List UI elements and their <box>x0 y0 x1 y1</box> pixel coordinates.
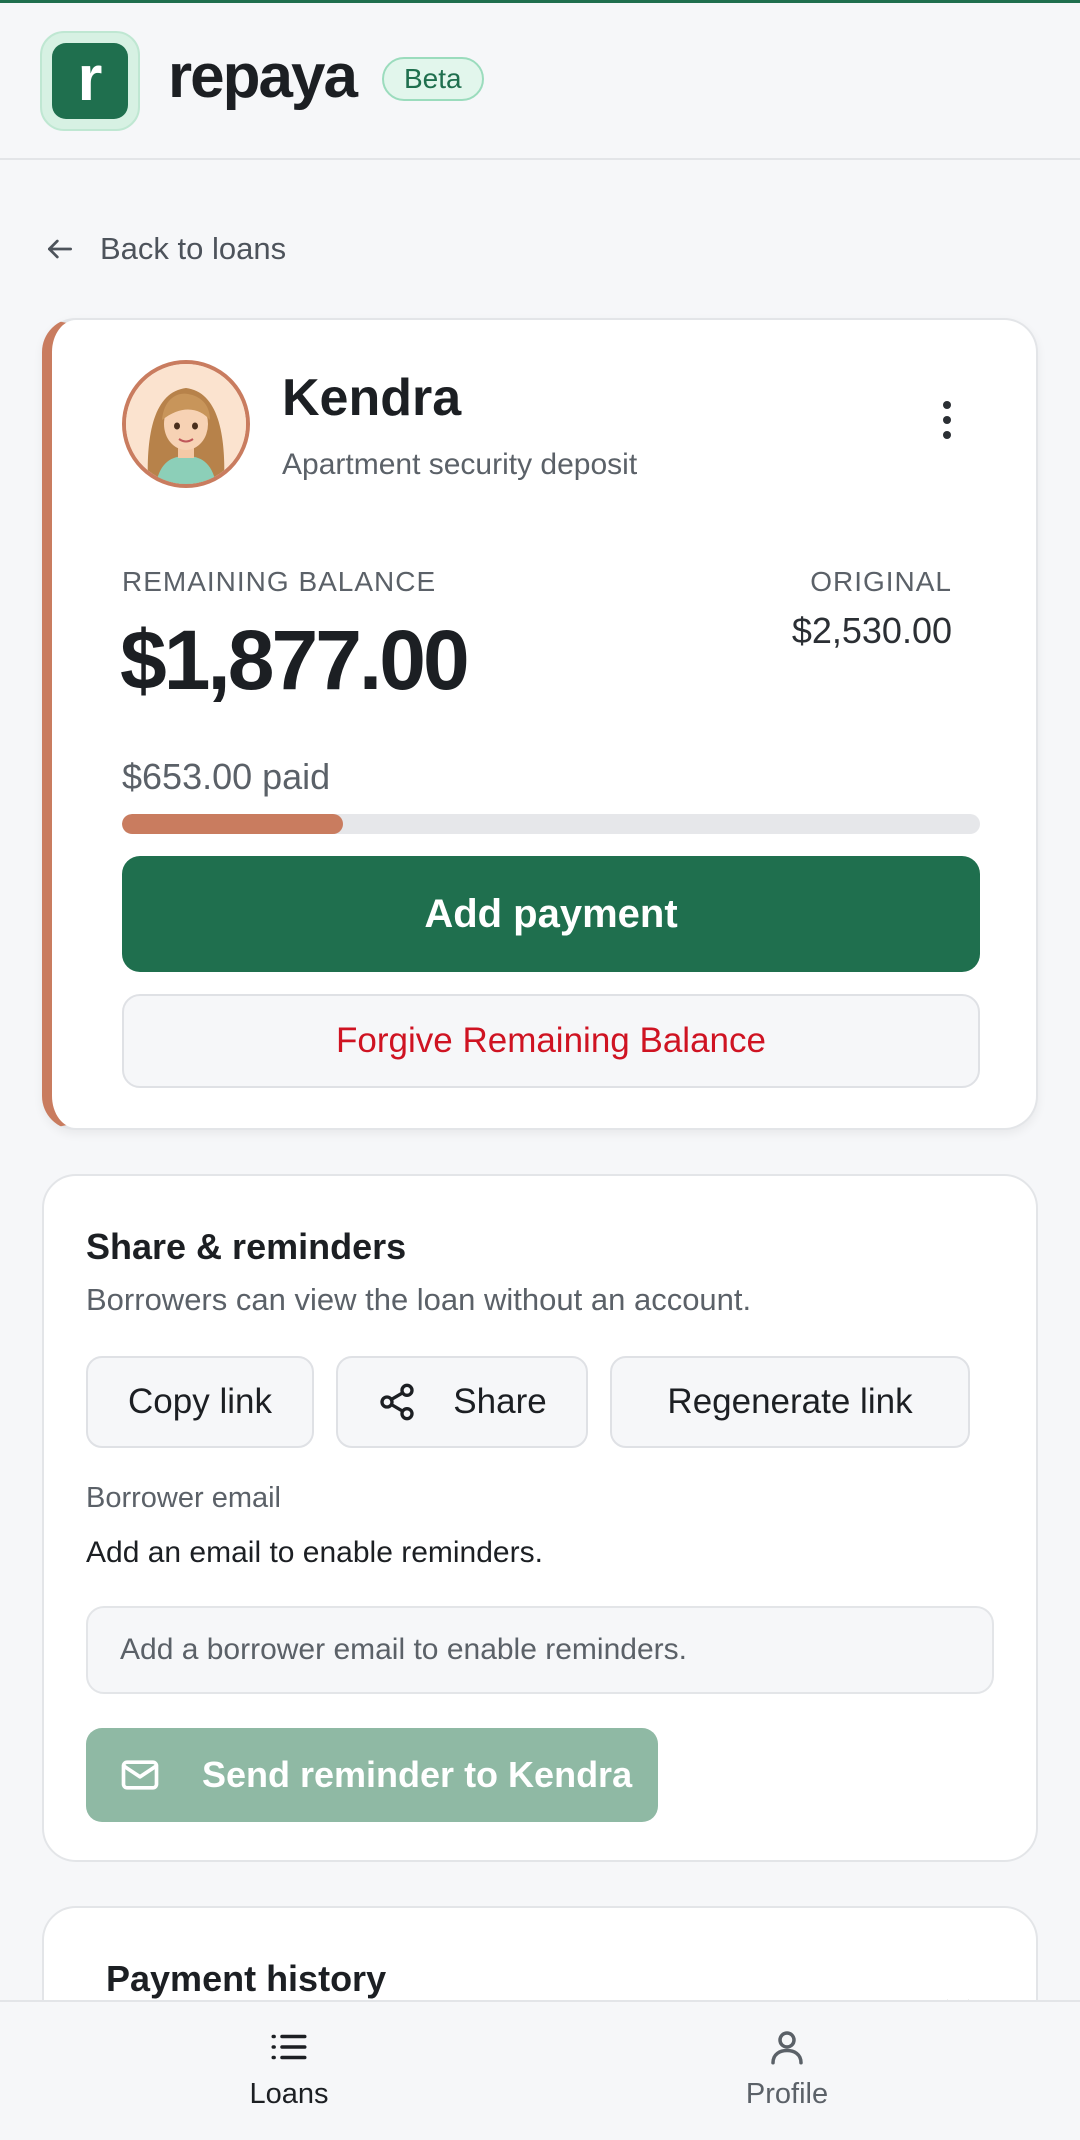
repayment-progress-fill <box>122 814 344 834</box>
share-section-description: Borrowers can view the loan without an a… <box>86 1282 752 1317</box>
share-button-label: Share <box>453 1382 547 1421</box>
avatar <box>122 360 250 488</box>
repayment-progress-bar <box>122 814 980 834</box>
more-options-icon[interactable] <box>922 390 972 450</box>
list-icon <box>271 2034 307 2060</box>
email-placeholder: Add a borrower email to enable reminders… <box>120 1633 687 1666</box>
mail-icon <box>121 1760 159 1790</box>
share-section-title: Share & reminders <box>86 1226 407 1267</box>
loan-summary-card: Kendra Apartment security deposit REMAIN… <box>42 318 1038 1130</box>
borrower-avatar-illustration <box>126 364 246 484</box>
original-amount-value: $2,530.00 <box>791 610 952 651</box>
nav-loans[interactable]: Loans <box>189 2026 389 2111</box>
remaining-balance-value: $1,877.00 <box>120 613 470 707</box>
back-to-loans-link[interactable]: Back to loans <box>44 224 286 274</box>
forgive-balance-button[interactable]: Forgive Remaining Balance <box>122 994 980 1088</box>
borrower-email-hint: Add an email to enable reminders. <box>86 1536 543 1569</box>
send-reminder-label: Send reminder to Kendra <box>202 1754 633 1795</box>
payment-history-title: Payment history <box>106 1958 387 1999</box>
nav-loans-label: Loans <box>249 2078 329 2110</box>
borrower-email-input[interactable]: Add a borrower email to enable reminders… <box>86 1606 994 1694</box>
borrower-email-label: Borrower email <box>86 1482 281 1514</box>
brand-name: repaya <box>168 42 358 111</box>
nav-profile[interactable]: Profile <box>687 2026 887 2111</box>
regenerate-link-button[interactable]: Regenerate link <box>610 1356 970 1448</box>
user-icon <box>771 2031 803 2065</box>
copy-link-button[interactable]: Copy link <box>86 1356 314 1448</box>
arrow-left-icon <box>48 239 72 259</box>
borrower-name: Kendra <box>282 369 462 427</box>
bottom-navigation: Loans Profile <box>0 2000 1080 2140</box>
share-button[interactable]: Share <box>336 1356 588 1448</box>
paid-amount-text: $653.00 paid <box>122 756 331 797</box>
beta-badge: Beta <box>382 57 484 101</box>
nav-profile-label: Profile <box>745 2078 829 2110</box>
loan-purpose: Apartment security deposit <box>282 448 638 481</box>
send-reminder-button[interactable]: Send reminder to Kendra <box>86 1728 658 1822</box>
logo-letter: r <box>52 43 128 119</box>
app-logo[interactable]: r <box>40 31 140 131</box>
add-payment-button[interactable]: Add payment <box>122 856 980 972</box>
share-icon <box>380 1383 414 1421</box>
original-amount-label: ORIGINAL <box>810 566 952 597</box>
remaining-balance-label: REMAINING BALANCE <box>122 566 437 597</box>
back-label: Back to loans <box>100 231 287 266</box>
share-reminders-card: Share & reminders Borrowers can view the… <box>42 1174 1038 1862</box>
app-header: r repaya Beta <box>0 3 1080 160</box>
